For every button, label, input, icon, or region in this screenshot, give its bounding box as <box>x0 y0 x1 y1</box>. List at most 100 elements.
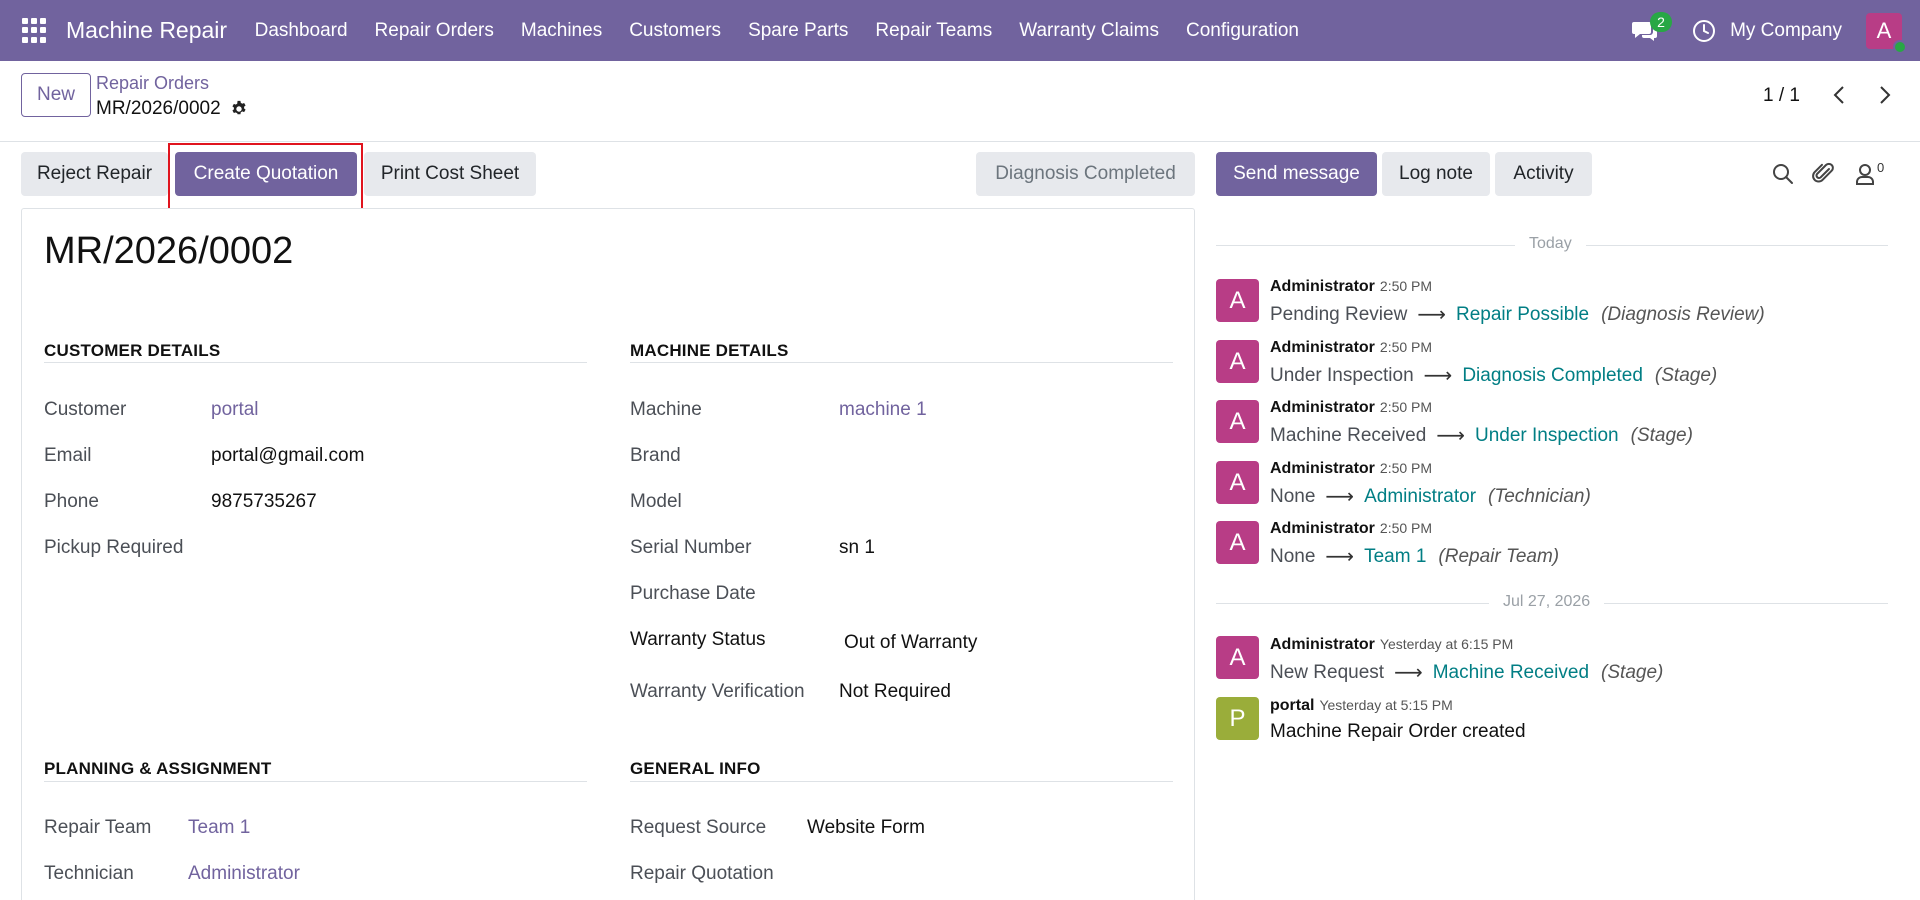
highlight-box <box>168 143 363 210</box>
message-author-avatar[interactable]: A <box>1216 279 1259 322</box>
tracked-field-name: (Stage) <box>1601 661 1664 683</box>
message-time: 2:50 PM <box>1379 339 1433 355</box>
message-author-avatar[interactable]: A <box>1216 521 1259 564</box>
request-source-field[interactable]: Website Form <box>807 817 925 839</box>
new-value[interactable]: Team 1 <box>1364 546 1426 568</box>
warranty-status-field[interactable]: Out of Warranty <box>844 632 977 654</box>
menu-repair-teams[interactable]: Repair Teams <box>862 20 1006 42</box>
email-label: Email <box>44 445 92 466</box>
chevron-left-icon[interactable] <box>1828 83 1852 107</box>
new-button[interactable]: New <box>21 73 91 117</box>
message-author-avatar[interactable]: A <box>1216 636 1259 679</box>
machine-field[interactable]: machine 1 <box>839 399 927 421</box>
email-field[interactable]: portal@gmail.com <box>211 445 364 467</box>
message-author-name[interactable]: Administrator <box>1270 636 1375 653</box>
arrow-right-icon: ⟶ <box>1325 486 1355 508</box>
gear-icon[interactable] <box>230 100 248 118</box>
log-note-button[interactable]: Log note <box>1382 152 1490 196</box>
new-value[interactable]: Under Inspection <box>1475 425 1619 447</box>
technician-field[interactable]: Administrator <box>188 863 300 885</box>
messaging-icon[interactable]: 2 <box>1632 11 1673 46</box>
planning-divider <box>44 781 587 782</box>
message-author[interactable]: Administrator 2:50 PM <box>1270 520 1432 538</box>
message-author[interactable]: Administrator 2:50 PM <box>1270 460 1432 478</box>
arrow-right-icon: ⟶ <box>1436 425 1465 447</box>
breadcrumb-current-label: MR/2026/0002 <box>96 98 221 119</box>
message-time: 2:50 PM <box>1379 399 1433 415</box>
tracked-field-name: (Technician) <box>1488 485 1591 507</box>
message-author-name[interactable]: portal <box>1270 697 1314 714</box>
date-separator-today-label: Today <box>1515 235 1586 253</box>
pager-value[interactable]: 1 / 1 <box>1763 85 1800 107</box>
message-author-avatar[interactable]: A <box>1216 340 1259 383</box>
send-message-button[interactable]: Send message <box>1216 152 1377 196</box>
message-author-name[interactable]: Administrator <box>1270 460 1375 477</box>
activity-button[interactable]: Activity <box>1495 152 1592 196</box>
online-status-dot <box>1893 39 1907 54</box>
top-navbar: Machine Repair Dashboard Repair Orders M… <box>0 0 1920 61</box>
messaging-count-badge: 2 <box>1650 11 1673 32</box>
tracking-value: None ⟶ Team 1 (Repair Team) <box>1270 544 1559 569</box>
activity-clock-icon[interactable] <box>1692 19 1716 43</box>
user-avatar[interactable]: A <box>1866 12 1907 54</box>
breadcrumb-parent[interactable]: Repair Orders <box>96 73 209 94</box>
warranty-verification-field[interactable]: Not Required <box>839 681 951 703</box>
menu-repair-orders[interactable]: Repair Orders <box>361 20 507 42</box>
new-value[interactable]: Repair Possible <box>1456 304 1589 326</box>
message-author-name[interactable]: Administrator <box>1270 399 1375 416</box>
menu-customers[interactable]: Customers <box>616 20 735 42</box>
new-value[interactable]: Administrator <box>1364 486 1476 508</box>
message-author[interactable]: Administrator Yesterday at 6:15 PM <box>1270 636 1513 654</box>
apps-grid-icon[interactable] <box>22 17 48 44</box>
customer-details-title: CUSTOMER DETAILS <box>44 341 221 360</box>
menu-warranty-claims[interactable]: Warranty Claims <box>1006 20 1173 42</box>
customer-field[interactable]: portal <box>211 399 259 421</box>
brand-label: Brand <box>630 445 681 466</box>
company-switcher[interactable]: My Company <box>1730 20 1842 42</box>
old-value: Under Inspection <box>1270 364 1414 386</box>
arrow-right-icon: ⟶ <box>1394 662 1423 684</box>
message-author[interactable]: Administrator 2:50 PM <box>1270 278 1432 296</box>
main-menu: Dashboard Repair Orders Machines Custome… <box>241 20 1312 42</box>
message-author[interactable]: portal Yesterday at 5:15 PM <box>1270 697 1453 715</box>
tracked-field-name: (Stage) <box>1654 364 1718 386</box>
message-body: Machine Repair Order created <box>1270 721 1526 742</box>
message-time: Yesterday at 6:15 PM <box>1379 636 1514 652</box>
stage-diagnosis-completed[interactable]: Diagnosis Completed <box>976 152 1195 196</box>
message-author-avatar[interactable]: A <box>1216 461 1259 504</box>
new-value[interactable]: Diagnosis Completed <box>1462 365 1643 387</box>
message-author-name[interactable]: Administrator <box>1270 339 1375 356</box>
old-value: Pending Review <box>1270 303 1408 325</box>
phone-field[interactable]: 9875735267 <box>211 491 317 513</box>
followers-user-icon[interactable] <box>1851 160 1879 188</box>
menu-spare-parts[interactable]: Spare Parts <box>735 20 862 42</box>
message-author-name[interactable]: Administrator <box>1270 520 1375 537</box>
general-info-divider <box>630 781 1173 782</box>
serial-number-field[interactable]: sn 1 <box>839 537 875 559</box>
purchase-date-label: Purchase Date <box>630 583 756 604</box>
message-author[interactable]: Administrator 2:50 PM <box>1270 399 1432 417</box>
customer-details-divider <box>44 362 587 363</box>
tracking-value: New Request ⟶ Machine Received (Stage) <box>1270 660 1663 685</box>
tracking-value: Under Inspection ⟶ Diagnosis Completed (Sta… <box>1270 363 1717 388</box>
control-panel: New Repair Orders MR/2026/0002 1 / 1 <box>0 61 1920 142</box>
serial-number-label: Serial Number <box>630 537 752 558</box>
navbar-systray: 2 My Company A <box>1632 0 1920 61</box>
app-brand[interactable]: Machine Repair <box>66 17 227 44</box>
message-author[interactable]: Administrator 2:50 PM <box>1270 339 1432 357</box>
message-author-avatar[interactable]: P <box>1216 697 1259 740</box>
menu-configuration[interactable]: Configuration <box>1172 20 1312 42</box>
reject-repair-button[interactable]: Reject Repair <box>21 152 168 196</box>
menu-dashboard[interactable]: Dashboard <box>241 20 361 42</box>
print-cost-sheet-button[interactable]: Print Cost Sheet <box>364 152 536 196</box>
message-time: 2:50 PM <box>1379 460 1433 476</box>
message-author-name[interactable]: Administrator <box>1270 278 1375 295</box>
paperclip-icon[interactable] <box>1810 160 1838 188</box>
record-title: MR/2026/0002 <box>44 230 294 272</box>
repair-team-field[interactable]: Team 1 <box>188 817 250 839</box>
message-author-avatar[interactable]: A <box>1216 400 1259 443</box>
new-value[interactable]: Machine Received <box>1433 662 1589 684</box>
menu-machines[interactable]: Machines <box>507 20 615 42</box>
search-icon[interactable] <box>1769 160 1797 188</box>
chevron-right-icon[interactable] <box>1872 83 1896 107</box>
